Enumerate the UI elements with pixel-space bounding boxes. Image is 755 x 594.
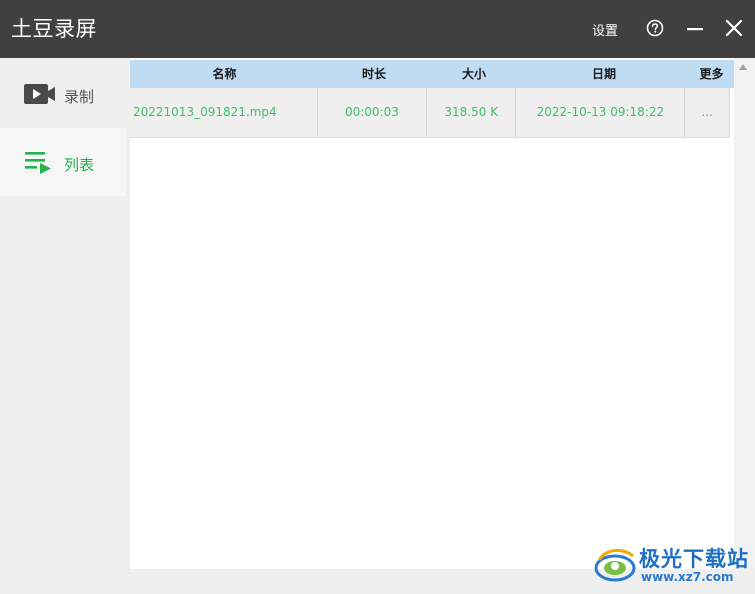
playlist-icon	[24, 150, 56, 174]
file-list-panel: 名称 时长 大小 日期 更多 20221013_091821.mp4 00:00…	[130, 58, 734, 569]
minimize-icon[interactable]	[686, 20, 704, 38]
watermark: 极光下载站 www.xz7.com	[593, 540, 753, 590]
cell-date: 2022-10-13 09:18:22	[516, 88, 686, 137]
cell-size: 318.50 K	[427, 88, 517, 137]
app-title: 土豆录屏	[11, 17, 97, 41]
scroll-up-arrow-icon[interactable]	[739, 64, 747, 70]
vertical-scrollbar[interactable]	[734, 58, 755, 569]
column-header-name[interactable]: 名称	[130, 60, 319, 88]
column-header-duration[interactable]: 时长	[319, 60, 429, 88]
sidebar-item-record[interactable]: 录制	[0, 60, 126, 128]
help-circle-icon[interactable]	[646, 19, 664, 37]
title-bar: 土豆录屏 设置	[0, 0, 755, 58]
table-row[interactable]: 20221013_091821.mp4 00:00:03 318.50 K 20…	[130, 88, 730, 138]
column-header-size[interactable]: 大小	[429, 60, 519, 88]
table-header: 名称 时长 大小 日期 更多	[130, 60, 734, 88]
video-camera-icon	[24, 82, 56, 106]
sidebar-item-label: 录制	[64, 88, 95, 106]
more-button[interactable]: ...	[685, 88, 730, 137]
column-header-date[interactable]: 日期	[519, 60, 689, 88]
sidebar-item-list[interactable]: 列表	[0, 128, 126, 196]
cell-duration: 00:00:03	[318, 88, 428, 137]
watermark-logo-icon	[594, 549, 636, 582]
sidebar: 录制 列表	[0, 58, 128, 594]
watermark-url: www.xz7.com	[641, 570, 734, 584]
column-header-more[interactable]: 更多	[689, 60, 734, 88]
sidebar-item-label: 列表	[64, 156, 95, 174]
watermark-brand: 极光下载站	[639, 547, 749, 571]
cell-name: 20221013_091821.mp4	[130, 88, 318, 137]
close-icon[interactable]	[725, 19, 743, 37]
settings-button[interactable]: 设置	[592, 20, 618, 39]
